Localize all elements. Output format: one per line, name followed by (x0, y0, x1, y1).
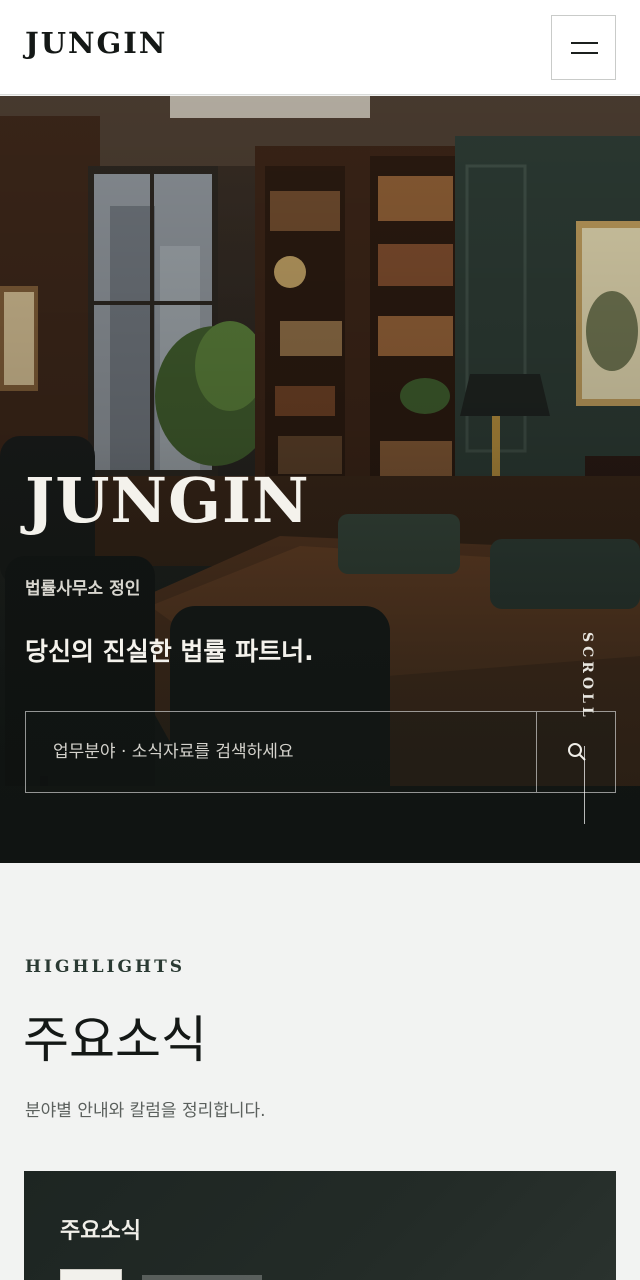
highlights-description: 분야별 안내와 칼럼을 정리합니다. (25, 1101, 266, 1121)
highlights-kicker: HIGHLIGHTS (25, 957, 186, 977)
hamburger-menu-icon-line (571, 52, 598, 54)
search-bar (25, 711, 616, 793)
hero-tagline: 당신의 진실한 법률 파트너. (25, 637, 314, 666)
site-header: JUNGIN (0, 0, 640, 95)
menu-button[interactable] (551, 15, 616, 80)
hero-subtitle: 법률사무소 정인 (25, 579, 141, 599)
scroll-indicator-line (584, 746, 585, 824)
hero-section: JUNGIN 법률사무소 정인 당신의 진실한 법률 파트너. SCROLL (0, 96, 640, 863)
hamburger-menu-icon (571, 42, 598, 44)
search-button[interactable] (536, 712, 616, 792)
card-text-line (142, 1275, 262, 1280)
scroll-indicator-label[interactable]: SCROLL (575, 632, 595, 721)
site-logo[interactable]: JUNGIN (25, 26, 167, 60)
highlight-card-title: 주요소식 (60, 1219, 141, 1244)
search-input[interactable] (26, 712, 536, 792)
category-badge (60, 1269, 122, 1280)
highlight-card[interactable]: 주요소식 (24, 1171, 616, 1280)
highlights-title: 주요소식 (23, 1011, 207, 1069)
hero-title: JUNGIN (25, 464, 310, 537)
